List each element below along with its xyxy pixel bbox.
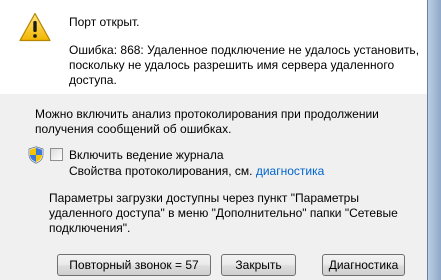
message-area-bottom bbox=[0, 82, 427, 94]
logging-description-text: Свойства протоколирования, см. bbox=[69, 164, 256, 178]
redial-button[interactable]: Повторный звонок = 57 bbox=[57, 254, 211, 276]
params-text-line: удаленного доступа" в меню "Дополнительн… bbox=[49, 206, 398, 220]
error-message-line: доступа. bbox=[69, 73, 117, 87]
error-message-line: поскольку не удалось разрешить имя серве… bbox=[69, 58, 395, 72]
diagnostics-button[interactable]: Диагностика bbox=[322, 254, 405, 276]
params-text-line: подключения". bbox=[49, 221, 131, 235]
info-text-line: получения сообщений об ошибках. bbox=[35, 122, 232, 136]
dialog-title: Порт открыт. bbox=[69, 15, 140, 29]
logging-description: Свойства протоколирования, см. диагности… bbox=[69, 164, 324, 179]
error-message-line: Ошибка: 868: Удаленное подключение не уд… bbox=[69, 43, 420, 57]
error-dialog: Порт открыт. Ошибка: 868: Удаленное подк… bbox=[0, 0, 428, 280]
close-button[interactable]: Закрыть bbox=[221, 254, 296, 276]
info-text-line: Можно включить анализ протоколирования п… bbox=[35, 107, 379, 121]
diagnostics-link[interactable]: диагностика bbox=[256, 164, 324, 178]
params-text-line: Параметры загрузки доступны через пункт … bbox=[49, 191, 359, 205]
warning-icon bbox=[19, 12, 51, 42]
enable-logging-checkbox[interactable] bbox=[50, 148, 63, 161]
shield-icon bbox=[28, 146, 44, 164]
enable-logging-label[interactable]: Включить ведение журнала bbox=[69, 148, 224, 163]
window-frame-edge bbox=[428, 0, 441, 280]
